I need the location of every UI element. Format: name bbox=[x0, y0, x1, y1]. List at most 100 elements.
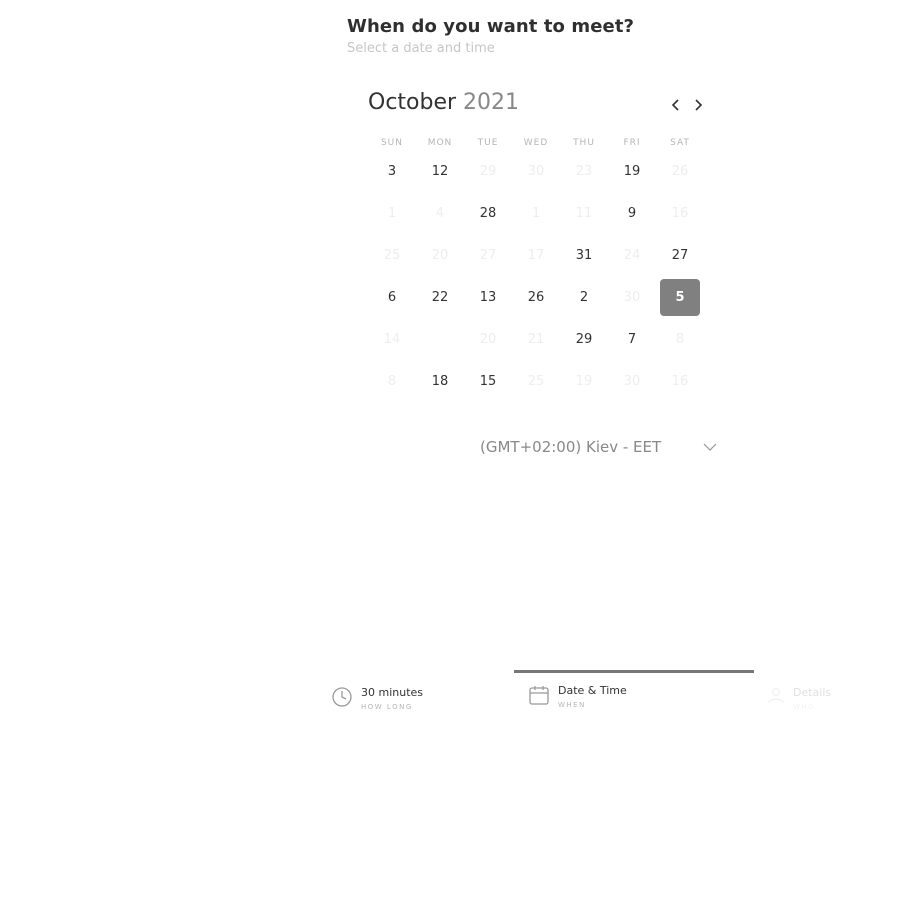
calendar-cell: 26 bbox=[656, 150, 704, 192]
day-button[interactable]: 13 bbox=[468, 279, 508, 316]
weekday-label: SAT bbox=[670, 138, 690, 148]
chevron-left-icon bbox=[671, 99, 679, 111]
weekday-label: SUN bbox=[380, 138, 404, 148]
disabled-day: 8 bbox=[675, 331, 685, 347]
disabled-day bbox=[420, 321, 460, 358]
month-label: October bbox=[368, 90, 457, 115]
progress-steps: 30 minutes HOW LONG Date & Time WHEN Det… bbox=[0, 670, 900, 720]
disabled-day: 14 bbox=[383, 331, 401, 347]
calendar-cell: 12 bbox=[416, 150, 464, 192]
chevron-right-icon bbox=[695, 99, 703, 111]
disabled-day: 8 bbox=[387, 373, 397, 389]
day-button[interactable]: 9 bbox=[612, 195, 652, 232]
weekday-label: THU bbox=[573, 138, 595, 148]
disabled-day: 16 bbox=[671, 205, 689, 221]
active-step-indicator bbox=[514, 670, 754, 673]
calendar-cell: 25 bbox=[368, 234, 416, 276]
step-title: Date & Time bbox=[558, 684, 627, 697]
day-button[interactable]: 3 bbox=[372, 153, 412, 190]
month-year-label: October 2021 bbox=[368, 90, 519, 115]
day-button[interactable]: 31 bbox=[564, 237, 604, 274]
disabled-day: 1 bbox=[387, 205, 397, 221]
disabled-day: 21 bbox=[527, 331, 545, 347]
calendar-cell: 24 bbox=[608, 234, 656, 276]
timezone-label: (GMT+02:00) Kiev - EET bbox=[480, 438, 662, 456]
calendar-cell: 23 bbox=[560, 150, 608, 192]
day-button[interactable]: 26 bbox=[516, 279, 556, 316]
disabled-day: 30 bbox=[623, 289, 641, 305]
calendar-cell: 5 bbox=[656, 276, 704, 318]
calendar-cell: 30 bbox=[512, 150, 560, 192]
calendar-cell: 29 bbox=[464, 150, 512, 192]
booking-page: When do you want to meet? Select a date … bbox=[0, 0, 900, 900]
calendar-cell: 9 bbox=[608, 192, 656, 234]
calendar-cell: 29 bbox=[560, 318, 608, 360]
calendar-cell: 26 bbox=[512, 276, 560, 318]
day-button[interactable]: 6 bbox=[372, 279, 412, 316]
calendar-cell: 27 bbox=[464, 234, 512, 276]
disabled-day: 11 bbox=[575, 205, 593, 221]
calendar-icon bbox=[529, 686, 549, 705]
disabled-day: 4 bbox=[435, 205, 445, 221]
day-button[interactable]: 28 bbox=[468, 195, 508, 232]
chevron-down-icon bbox=[703, 443, 717, 451]
calendar-cell: 20 bbox=[464, 318, 512, 360]
calendar-cell bbox=[416, 318, 464, 360]
page-title: When do you want to meet? bbox=[347, 16, 635, 37]
day-button[interactable]: 27 bbox=[660, 237, 700, 274]
calendar-cell: 1 bbox=[368, 192, 416, 234]
disabled-day: 24 bbox=[623, 247, 641, 263]
disabled-day: 30 bbox=[623, 373, 641, 389]
disabled-day: 30 bbox=[527, 163, 545, 179]
calendar-cell: 19 bbox=[560, 360, 608, 402]
calendar-cell: 21 bbox=[512, 318, 560, 360]
person-icon bbox=[768, 687, 784, 704]
calendar-cell: 4 bbox=[416, 192, 464, 234]
weekday-label: MON bbox=[427, 138, 453, 148]
day-button[interactable]: 19 bbox=[612, 153, 652, 190]
step-title: Details bbox=[793, 686, 832, 699]
calendar-cell: 16 bbox=[656, 360, 704, 402]
heading: When do you want to meet? Select a date … bbox=[347, 16, 634, 56]
calendar-cell: 31 bbox=[560, 234, 608, 276]
disabled-day: 29 bbox=[479, 163, 497, 179]
day-button[interactable]: 12 bbox=[420, 153, 460, 190]
calendar-cell: 6 bbox=[368, 276, 416, 318]
step-title: 30 minutes bbox=[361, 686, 424, 699]
page-subtitle: Select a date and time bbox=[347, 41, 495, 56]
calendar-grid: 3 12 29 30 23 19 26 1 4 28 1 11 9 16 25 20 27 17 31 24 27 6 22… bbox=[368, 150, 704, 402]
calendar-cell: 22 bbox=[416, 276, 464, 318]
step-date-time[interactable]: Date & Time WHEN bbox=[528, 684, 627, 709]
previous-month-button[interactable] bbox=[668, 96, 684, 114]
weekday-label: FRI bbox=[623, 138, 641, 148]
day-button[interactable]: 22 bbox=[420, 279, 460, 316]
weekday-label: WED bbox=[523, 138, 549, 148]
weekday-label: TUE bbox=[477, 138, 499, 148]
day-button[interactable]: 2 bbox=[564, 279, 604, 316]
calendar-cell: 1 bbox=[512, 192, 560, 234]
calendar-cell: 27 bbox=[656, 234, 704, 276]
day-button[interactable]: 18 bbox=[420, 363, 460, 400]
calendar-cell: 2 bbox=[560, 276, 608, 318]
day-button[interactable]: 7 bbox=[612, 321, 652, 358]
clock-icon bbox=[332, 687, 352, 707]
calendar-cell: 13 bbox=[464, 276, 512, 318]
day-button[interactable]: 15 bbox=[468, 363, 508, 400]
timezone-select[interactable]: (GMT+02:00) Kiev - EET bbox=[480, 436, 718, 458]
step-caption: WHEN bbox=[558, 701, 586, 709]
calendar-cell: 30 bbox=[608, 276, 656, 318]
disabled-day: 23 bbox=[575, 163, 593, 179]
step-duration[interactable]: 30 minutes HOW LONG bbox=[331, 686, 423, 711]
calendar-cell: 7 bbox=[608, 318, 656, 360]
calendar-cell: 28 bbox=[464, 192, 512, 234]
year-label: 2021 bbox=[463, 90, 520, 115]
step-details[interactable]: Details WHO bbox=[767, 686, 831, 711]
calendar-cell: 8 bbox=[368, 360, 416, 402]
selected-day-button[interactable]: 5 bbox=[660, 278, 700, 316]
day-button[interactable]: 29 bbox=[564, 321, 604, 358]
disabled-day: 17 bbox=[527, 247, 545, 263]
calendar-cell: 11 bbox=[560, 192, 608, 234]
disabled-day: 1 bbox=[531, 205, 541, 221]
next-month-button[interactable] bbox=[690, 96, 706, 114]
disabled-day: 27 bbox=[479, 247, 497, 263]
